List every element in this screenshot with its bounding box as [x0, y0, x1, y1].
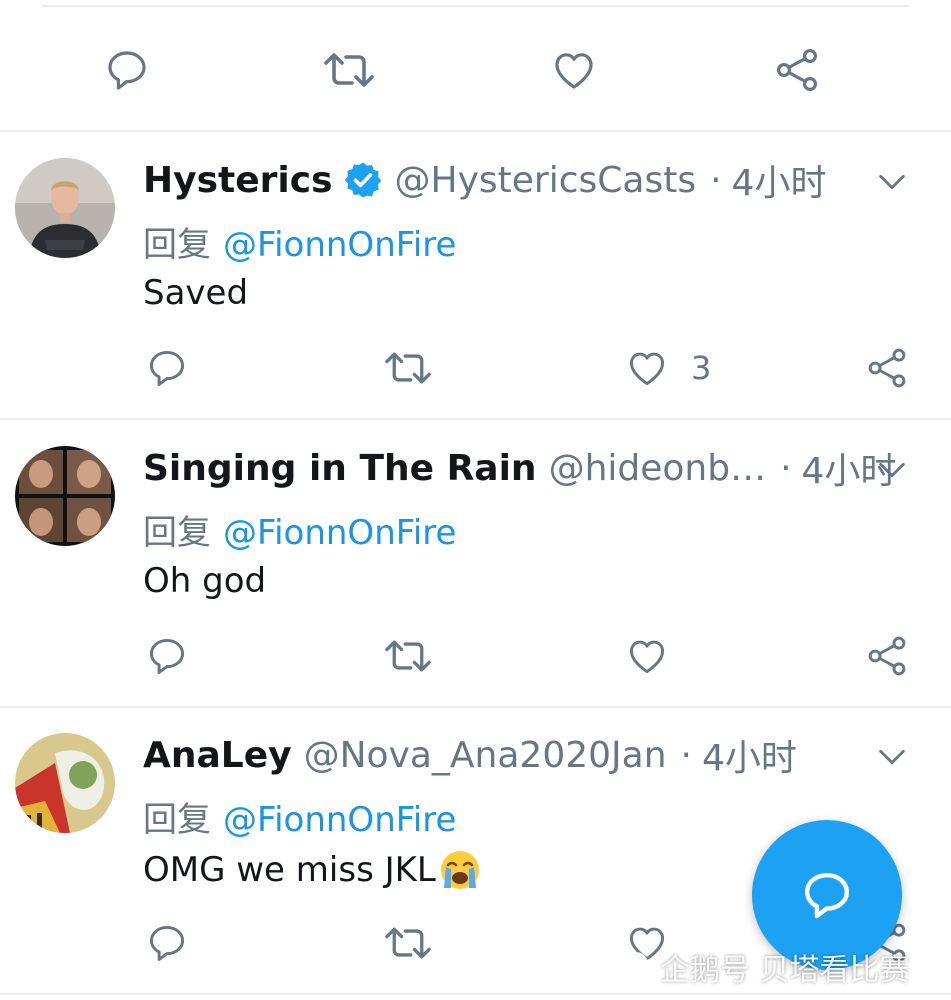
retweet-icon: [324, 53, 374, 87]
reply-button[interactable]: [145, 913, 189, 973]
loudly-crying-face-emoji: [438, 848, 482, 892]
tweet-1[interactable]: Hysterics @HystericsCasts · 4小时 回复 @Fionn…: [0, 155, 951, 417]
more-options-button[interactable]: [875, 165, 909, 204]
tweet-text-content: Saved: [143, 273, 249, 313]
share-icon: [868, 348, 906, 388]
tweet-text-content: OMG we miss JKL: [143, 850, 436, 890]
tweet-text-content: Oh god: [143, 561, 267, 601]
share-button[interactable]: [865, 338, 909, 398]
share-button[interactable]: [865, 626, 909, 686]
divider: [0, 418, 951, 420]
reply-context: 回复 @FionnOnFire: [143, 505, 456, 554]
tweet-2[interactable]: Singing in The Rain @hideonb… · 4小时 回复 @F…: [0, 443, 951, 705]
reply-mention-link[interactable]: @FionnOnFire: [223, 513, 456, 553]
watermark-text: 企鹅号 贝塔看比赛: [660, 953, 910, 988]
reply-context: 回复 @FionnOnFire: [143, 792, 456, 841]
separator-dot: ·: [780, 447, 792, 489]
tweet-actions: [0, 626, 951, 686]
top-tweet-actions: [0, 40, 951, 100]
share-icon: [776, 48, 818, 91]
separator-dot: ·: [680, 734, 692, 776]
tweet-header: Singing in The Rain @hideonb… · 4小时: [143, 443, 896, 493]
penguin-logo-icon: [624, 952, 650, 984]
reply-icon: [149, 638, 185, 674]
like-button[interactable]: [625, 626, 691, 686]
chevron-down-icon: [879, 174, 905, 190]
compose-reply-icon: [804, 872, 850, 919]
verified-badge-icon: [343, 160, 383, 200]
share-button[interactable]: [773, 40, 821, 100]
reply-button[interactable]: [145, 338, 189, 398]
tweet-header: AnaLey @Nova_Ana2020Jan · 4小时: [143, 730, 797, 780]
retweet-button[interactable]: [382, 626, 434, 686]
reply-icon: [108, 51, 146, 90]
share-icon: [868, 636, 906, 676]
reply-icon: [149, 350, 185, 386]
reply-button[interactable]: [103, 40, 151, 100]
reply-context: 回复 @FionnOnFire: [143, 217, 456, 266]
divider: [0, 706, 951, 708]
display-name[interactable]: AnaLey: [143, 735, 292, 776]
like-count: 3: [691, 349, 712, 387]
chevron-down-icon: [879, 749, 905, 765]
reply-icon: [149, 925, 185, 961]
divider: [0, 993, 951, 995]
reply-prefix: 回复: [143, 225, 211, 265]
display-name[interactable]: Hysterics: [143, 160, 333, 201]
user-handle[interactable]: @HystericsCasts: [395, 160, 697, 201]
heart-icon: [629, 352, 665, 386]
reply-prefix: 回复: [143, 800, 211, 840]
heart-icon: [629, 640, 665, 674]
reply-prefix: 回复: [143, 513, 211, 553]
reply-mention-link[interactable]: @FionnOnFire: [223, 225, 456, 265]
reply-mention-link[interactable]: @FionnOnFire: [223, 800, 456, 840]
avatar[interactable]: [15, 733, 115, 833]
reply-button[interactable]: [145, 626, 189, 686]
like-button[interactable]: 3: [625, 338, 711, 398]
avatar[interactable]: [15, 158, 115, 258]
more-options-button[interactable]: [875, 453, 909, 492]
retweet-icon: [385, 352, 431, 384]
timestamp[interactable]: 4小时: [732, 154, 827, 206]
divider: [0, 130, 951, 132]
display-name[interactable]: Singing in The Rain: [143, 448, 537, 489]
watermark: 企鹅号 贝塔看比赛: [622, 945, 910, 989]
retweet-icon: [385, 927, 431, 959]
like-button[interactable]: [550, 40, 620, 100]
separator-dot: ·: [710, 159, 722, 201]
retweet-icon: [385, 640, 431, 672]
tweet-text: Oh god: [143, 561, 266, 601]
chevron-down-icon: [879, 462, 905, 478]
user-handle[interactable]: @Nova_Ana2020Jan: [304, 735, 667, 776]
retweet-button[interactable]: [382, 338, 434, 398]
user-handle[interactable]: @hideonb…: [549, 448, 767, 489]
avatar[interactable]: [15, 446, 115, 546]
retweet-button[interactable]: [382, 913, 434, 973]
top-divider: [42, 5, 909, 7]
more-options-button[interactable]: [875, 740, 909, 779]
timestamp[interactable]: 4小时: [702, 729, 797, 781]
tweet-text: OMG we miss JKL: [143, 848, 482, 892]
heart-icon: [555, 53, 593, 89]
tweet-text: Saved: [143, 273, 248, 313]
tweet-actions: 3: [0, 338, 951, 398]
retweet-button[interactable]: [320, 40, 378, 100]
tweet-header: Hysterics @HystericsCasts · 4小时: [143, 155, 826, 205]
